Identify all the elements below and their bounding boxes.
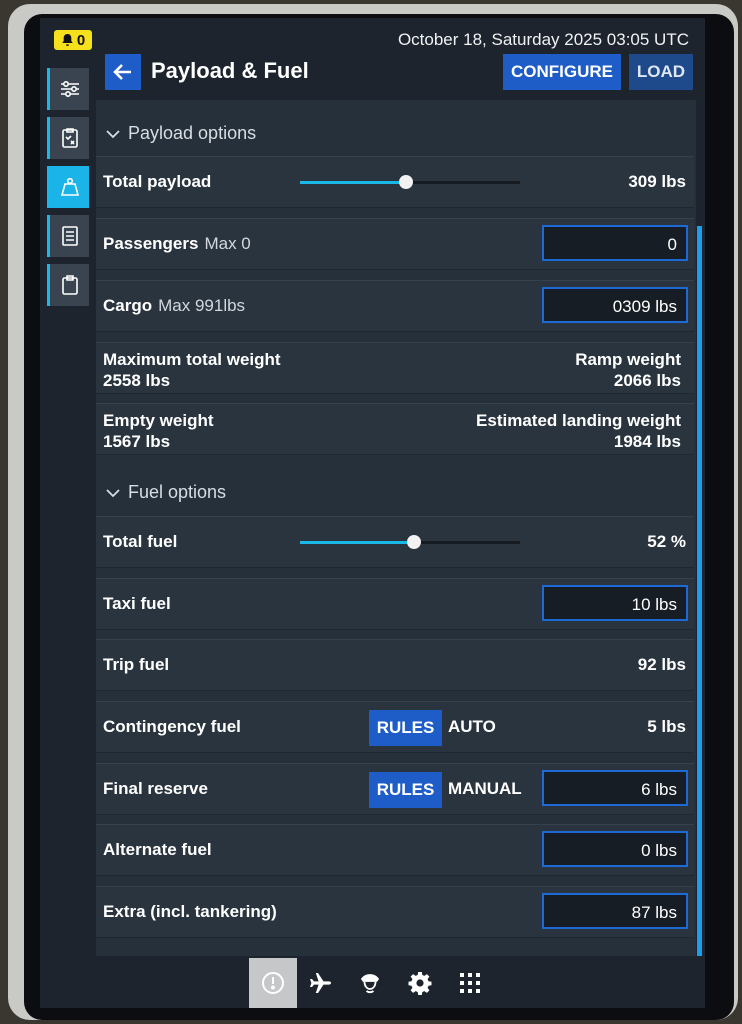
side-nav [47, 68, 89, 313]
airplane-icon [310, 973, 331, 993]
total-fuel-label: Total fuel [103, 532, 178, 551]
passengers-row: Passengers Max 0 0 [96, 218, 694, 270]
configure-button[interactable]: CONFIGURE [503, 54, 621, 90]
passengers-title: Passengers [103, 234, 199, 253]
checklist-icon [61, 128, 78, 148]
page-header: Payload & Fuel CONFIGURE LOAD [96, 54, 696, 100]
extra-fuel-row: Extra (incl. tankering) 87 lbs [96, 886, 694, 938]
total-payload-value: 309 lbs [628, 172, 686, 191]
max-total-weight-value: 2558 lbs [103, 371, 171, 390]
max-total-weight-label: Maximum total weight [103, 350, 281, 369]
sliders-icon [60, 81, 79, 98]
side-nav-checklist[interactable] [47, 117, 89, 159]
total-fuel-value: 52 % [647, 532, 686, 551]
arrow-left-icon [113, 64, 131, 80]
final-reserve-mode: MANUAL [448, 779, 522, 798]
chevron-down-icon [106, 129, 120, 138]
content-scrollbar[interactable] [697, 226, 702, 956]
notification-count: 0 [76, 31, 86, 49]
side-nav-flight-plan[interactable] [47, 68, 89, 110]
alternate-fuel-input[interactable]: 0 lbs [542, 831, 688, 867]
compass-icon [262, 972, 284, 994]
pilot-icon [360, 974, 380, 994]
contingency-fuel-value: 5 lbs [647, 717, 686, 736]
bottom-bar-compass[interactable] [249, 958, 297, 1008]
final-reserve-row: Final reserve RULES MANUAL 6 lbs [96, 763, 694, 815]
bottom-app-bar [40, 958, 705, 1008]
trip-fuel-row: Trip fuel 92 lbs [96, 639, 694, 691]
empty-weight-label: Empty weight [103, 411, 214, 430]
cargo-input[interactable]: 0309 lbs [542, 287, 688, 323]
ramp-weight: Ramp weight 2066 lbs [575, 349, 681, 391]
gear-icon [408, 972, 432, 995]
empty-weight: Empty weight 1567 lbs [103, 410, 214, 452]
alternate-fuel-label: Alternate fuel [103, 840, 212, 859]
total-fuel-slider-thumb[interactable] [407, 535, 422, 549]
back-button[interactable] [105, 54, 141, 90]
estimated-landing-weight-value: 1984 lbs [613, 432, 681, 451]
taxi-fuel-input[interactable]: 10 lbs [542, 585, 688, 621]
contingency-fuel-row: Contingency fuel RULES AUTO 5 lbs [96, 701, 694, 753]
bell-icon [62, 34, 73, 46]
total-payload-row: Total payload 309 lbs [96, 156, 694, 208]
weight-summary-row-2: Empty weight 1567 lbs Estimated landing … [96, 403, 694, 455]
estimated-landing-weight: Estimated landing weight 1984 lbs [476, 410, 681, 452]
cargo-max: Max 991lbs [158, 296, 246, 315]
passengers-label: Passengers Max 0 [103, 234, 251, 254]
total-payload-label: Total payload [103, 172, 212, 191]
weight-summary-row-1: Maximum total weight 2558 lbs Ramp weigh… [96, 342, 694, 394]
load-button[interactable]: LOAD [629, 54, 693, 90]
apps-grid-icon [460, 973, 480, 993]
trip-fuel-label: Trip fuel [103, 655, 170, 674]
fuel-section-toggle[interactable]: Fuel options [106, 482, 226, 503]
total-payload-slider-fill [300, 181, 406, 184]
estimated-landing-weight-label: Estimated landing weight [476, 411, 681, 430]
bottom-bar-apps[interactable] [446, 958, 494, 1008]
side-nav-payload[interactable] [47, 166, 89, 208]
fuel-section-title: Fuel options [128, 482, 227, 502]
final-reserve-label: Final reserve [103, 779, 208, 798]
weight-icon [60, 177, 79, 196]
notification-badge[interactable]: 0 [54, 30, 92, 50]
extra-fuel-input[interactable]: 87 lbs [542, 893, 688, 929]
passengers-input[interactable]: 0 [542, 225, 688, 261]
final-reserve-input[interactable]: 6 lbs [542, 770, 688, 806]
page-title: Payload & Fuel [151, 58, 309, 83]
total-payload-slider[interactable] [300, 175, 520, 189]
passengers-max: Max 0 [204, 234, 251, 253]
document-icon [61, 226, 78, 246]
alternate-fuel-row: Alternate fuel 0 lbs [96, 824, 694, 876]
extra-fuel-label: Extra (incl. tankering) [103, 902, 277, 921]
bottom-bar-pilot[interactable] [346, 958, 394, 1008]
payload-section-toggle[interactable]: Payload options [106, 123, 256, 144]
empty-weight-value: 1567 lbs [103, 432, 171, 451]
final-reserve-rules-button[interactable]: RULES [369, 772, 442, 808]
ramp-weight-label: Ramp weight [575, 350, 681, 369]
taxi-fuel-row: Taxi fuel 10 lbs [96, 578, 694, 630]
total-fuel-slider-fill [300, 541, 415, 544]
total-fuel-slider[interactable] [300, 535, 520, 549]
max-total-weight: Maximum total weight 2558 lbs [103, 349, 281, 391]
total-payload-slider-thumb[interactable] [398, 175, 413, 189]
trip-fuel-value: 92 lbs [637, 655, 686, 674]
contingency-mode: AUTO [448, 717, 496, 736]
bottom-bar-flight[interactable] [297, 958, 345, 1008]
datetime-display: October 18, Saturday 2025 03:05 UTC [397, 30, 689, 49]
cargo-label: Cargo Max 991lbs [103, 296, 245, 316]
ramp-weight-value: 2066 lbs [613, 371, 681, 390]
chevron-down-icon [106, 488, 120, 497]
taxi-fuel-label: Taxi fuel [103, 594, 171, 613]
contingency-fuel-label: Contingency fuel [103, 717, 241, 736]
side-nav-documents[interactable] [47, 215, 89, 257]
contingency-rules-button[interactable]: RULES [369, 710, 442, 746]
total-fuel-row: Total fuel 52 % [96, 516, 694, 568]
bottom-bar-settings[interactable] [396, 958, 444, 1008]
side-nav-clipboard[interactable] [47, 264, 89, 306]
clipboard-icon [61, 275, 78, 295]
cargo-row: Cargo Max 991lbs 0309 lbs [96, 280, 694, 332]
efb-screen: 0 October 18, Saturday 2025 03:05 UTC Pa… [40, 18, 705, 1008]
cargo-title: Cargo [103, 296, 153, 315]
payload-section-title: Payload options [128, 123, 257, 143]
